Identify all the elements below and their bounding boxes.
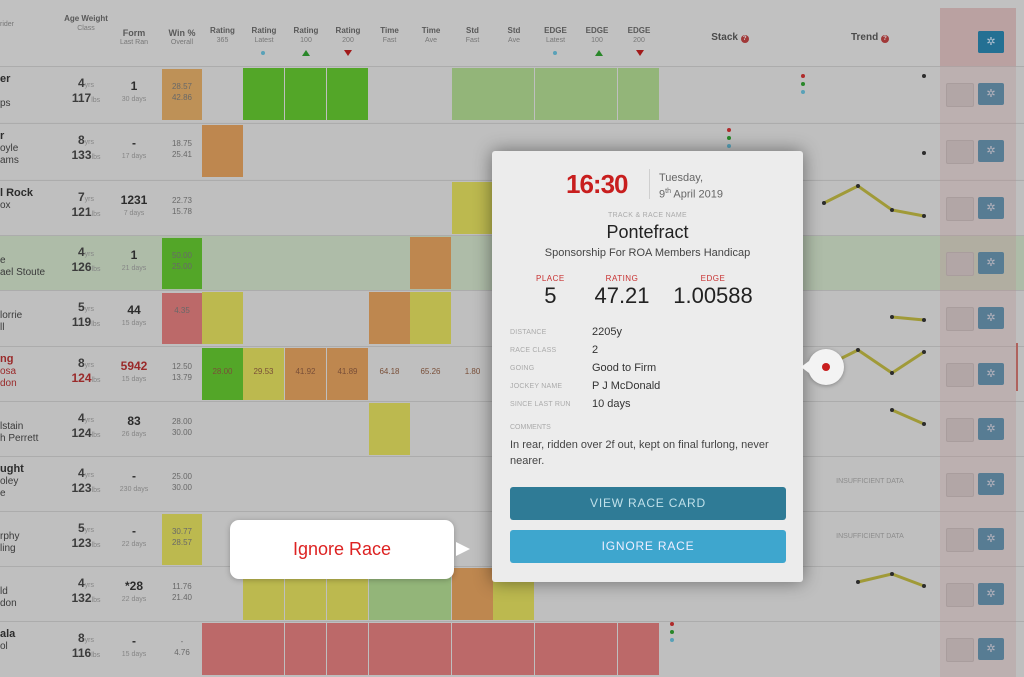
- cursor-dot-icon: [822, 363, 830, 371]
- detail-value-jockey: P J McDonald: [592, 380, 661, 392]
- detail-value-distance: 2205y: [592, 326, 622, 338]
- rating-stat: RATING 47.21: [594, 274, 650, 308]
- detail-key-going: GOING: [510, 365, 535, 372]
- detail-key-class: RACE CLASS: [510, 347, 557, 354]
- detail-key-jockey: JOCKEY NAME: [510, 383, 563, 390]
- detail-value-class: 2: [592, 344, 599, 356]
- callout-text: Ignore Race: [292, 539, 392, 559]
- detail-key-since: SINCE LAST RUN: [510, 401, 571, 408]
- race-detail-popup: 16:30 Tuesday, 9th April 2019 TRACK & RA…: [492, 151, 803, 582]
- race-time: 16:30: [566, 169, 628, 199]
- divider: [649, 169, 650, 199]
- pointer-tip-icon: [801, 361, 809, 373]
- track-name: Pontefract: [606, 222, 689, 242]
- app-window: rider Age Weight Class Form Last Ran Win %…: [0, 0, 1024, 677]
- race-name: Sponsorship For ROA Members Handicap: [544, 247, 751, 259]
- race-date: Tuesday, 9th April 2019: [659, 172, 723, 201]
- place-stat: PLACE 5: [536, 274, 565, 308]
- cursor-indicator: [801, 349, 844, 385]
- detail-key-distance: DISTANCE: [510, 329, 547, 336]
- detail-value-going: Good to Firm: [592, 362, 657, 374]
- track-label: TRACK & RACE NAME: [608, 212, 687, 219]
- arrow-right-icon: [456, 542, 470, 556]
- comments-label: COMMENTS: [510, 424, 551, 431]
- edge-stat: EDGE 1.00588: [673, 274, 753, 308]
- view-race-card-button[interactable]: VIEW RACE CARD: [510, 487, 786, 520]
- detail-value-since: 10 days: [592, 398, 631, 410]
- ignore-race-button[interactable]: IGNORE RACE: [510, 530, 786, 563]
- tutorial-callout: Ignore Race: [230, 520, 454, 579]
- comments-text: In rear, ridden over 2f out, kept on fin…: [510, 439, 769, 467]
